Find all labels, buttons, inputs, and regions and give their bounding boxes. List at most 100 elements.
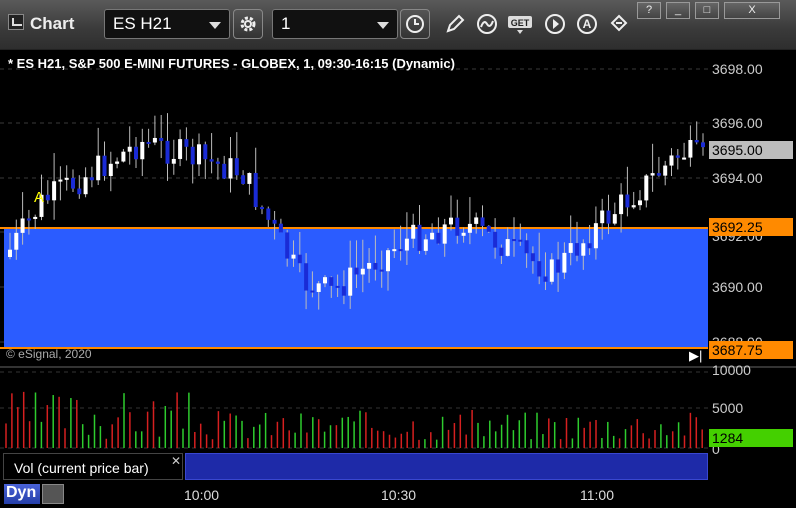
candle-body (581, 243, 586, 256)
candle-body (600, 210, 605, 224)
candle-body (329, 277, 334, 286)
chart-app-icon (8, 14, 24, 30)
candle-body (467, 223, 472, 233)
candle-body (455, 217, 460, 236)
copyright-notice: © eSignal, 2020 (6, 347, 92, 361)
candle-body (612, 214, 617, 224)
pencil-icon (446, 14, 465, 33)
candle-body (360, 268, 365, 275)
candle-body (323, 277, 327, 284)
candle-body (675, 155, 680, 158)
candle-body (152, 137, 157, 143)
candle-body (404, 238, 409, 251)
candle-body (575, 243, 579, 256)
help-button[interactable]: ? (637, 2, 661, 19)
current-price-tag: 3695.00 (709, 141, 793, 159)
candle-body (638, 200, 642, 206)
candle-body (549, 259, 554, 282)
time-axis-label: 10:00 (184, 487, 220, 503)
study-button[interactable] (472, 9, 502, 39)
curve-icon (477, 14, 497, 34)
volume-axis-label: 5000 (712, 400, 744, 416)
get-button[interactable]: GET (506, 9, 534, 39)
candle-body (669, 155, 674, 166)
candle-body (222, 163, 227, 179)
candle-body (8, 249, 12, 257)
symbol-combobox[interactable]: ES H21 (104, 9, 230, 39)
candle-body (272, 219, 277, 224)
clock-button[interactable] (400, 9, 430, 39)
volume-study-name: Vol (current price bar) (14, 460, 149, 476)
interval-combobox[interactable]: 1 (272, 9, 398, 39)
lower-level-tag: 3687.75 (709, 341, 793, 359)
minimize-button[interactable]: _ (666, 2, 690, 19)
candle-body (291, 254, 296, 259)
link-icon (610, 14, 628, 32)
candle-body (58, 179, 63, 182)
candle-body (184, 139, 189, 147)
link-button[interactable] (604, 9, 634, 39)
candle-body (631, 205, 636, 208)
candle-body (530, 253, 535, 262)
candle-body (398, 249, 403, 252)
candle-body (64, 177, 69, 180)
current-volume-tag: 1284 (709, 429, 793, 447)
scroll-to-end-icon[interactable]: ▶| (689, 348, 702, 364)
candle-body (562, 252, 567, 273)
candle-body (587, 243, 592, 249)
get-icon: GET (508, 16, 532, 34)
chevron-down-icon[interactable] (377, 22, 389, 29)
close-icon[interactable]: ✕ (171, 454, 181, 468)
price-chart[interactable]: A (0, 52, 708, 366)
candle-body (524, 240, 529, 254)
candle-body (341, 286, 346, 296)
volume-chart[interactable] (0, 368, 708, 450)
candle-body (499, 247, 504, 256)
price-axis-label: 3694.00 (712, 170, 763, 186)
candle-body (461, 232, 466, 236)
candle-body (77, 188, 82, 195)
candle-body (682, 157, 687, 160)
draw-button[interactable] (440, 9, 470, 39)
svg-text:GET: GET (511, 18, 530, 28)
candle-body (52, 181, 57, 201)
candle-body (537, 261, 542, 277)
candle-body (197, 144, 201, 165)
candle-body (436, 232, 441, 244)
play-icon (545, 14, 565, 34)
symbol-value: ES H21 (113, 14, 172, 33)
candle-body (102, 155, 107, 177)
settings-button[interactable] (233, 9, 263, 39)
maximize-button[interactable]: □ (695, 2, 719, 19)
candle-body (568, 243, 573, 253)
candle-body (215, 161, 220, 164)
chevron-down-icon[interactable] (209, 22, 221, 29)
candle-body (228, 158, 233, 179)
volume-legend-bar (185, 453, 708, 480)
candle-body (146, 141, 151, 144)
candle-body (260, 207, 264, 210)
interval-value: 1 (281, 14, 291, 33)
candle-body (253, 173, 258, 208)
candle-body (335, 285, 340, 288)
alert-icon: A (577, 14, 597, 34)
price-axis-label: 3696.00 (712, 115, 763, 131)
lock-icon[interactable] (42, 484, 64, 504)
clock-icon (406, 15, 424, 33)
alert-marker: A (34, 189, 44, 206)
alert-button[interactable]: A (572, 9, 602, 39)
candle-body (505, 239, 510, 256)
time-axis-label: 11:00 (580, 487, 614, 503)
price-axis-label: 3690.00 (712, 279, 763, 295)
play-button[interactable] (540, 9, 570, 39)
price-axis[interactable] (708, 52, 796, 366)
toolbar: Chart ES H21 1 GET A ? _ □ X (0, 0, 796, 50)
candle-body (373, 262, 378, 270)
close-button[interactable]: X (724, 2, 780, 19)
candle-body (386, 250, 390, 272)
candle-body (367, 262, 372, 269)
candle-body (285, 232, 290, 259)
dynamic-mode-button[interactable]: Dyn (4, 484, 40, 504)
volume-study-label[interactable]: Vol (current price bar) (3, 453, 183, 480)
candle-body (165, 140, 170, 164)
